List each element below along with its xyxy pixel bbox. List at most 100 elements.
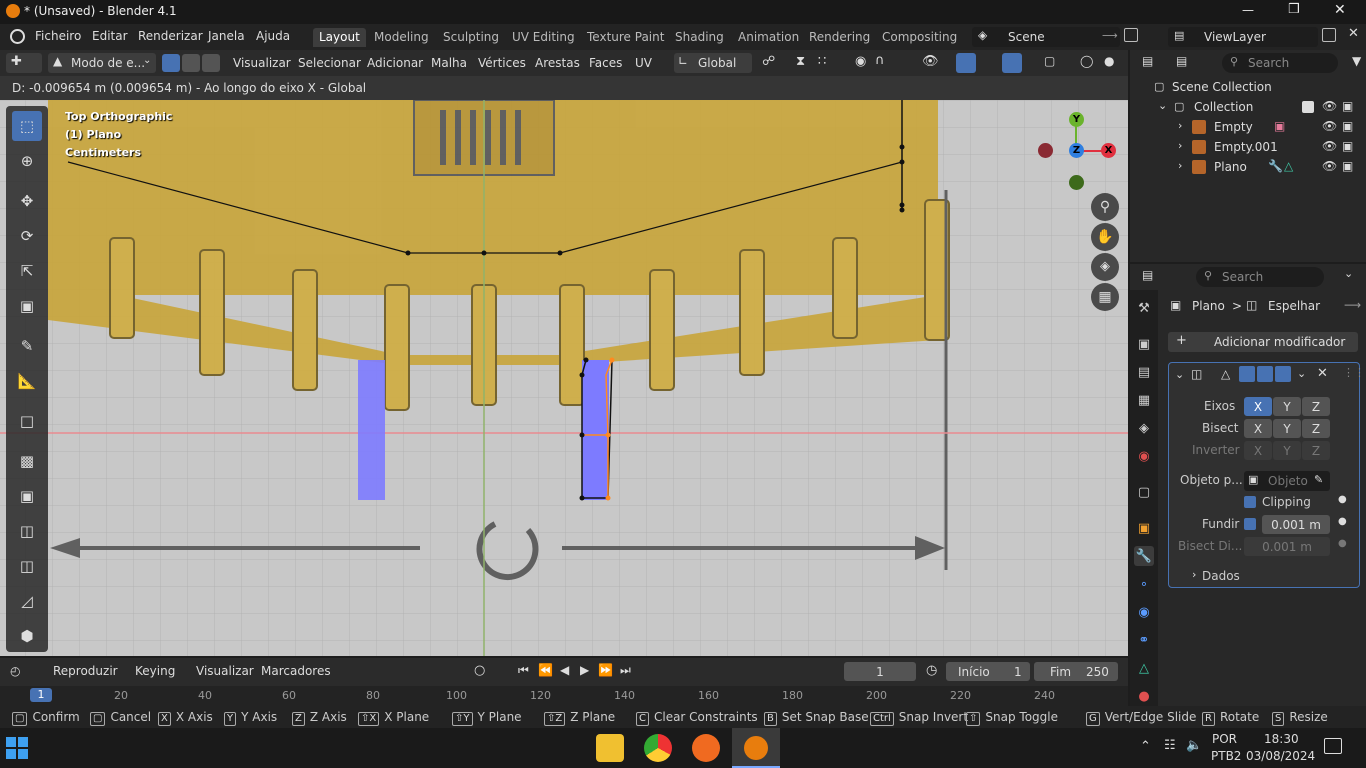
frame-ruler[interactable]: 1 20 40 60 80 100 120 140 160 180 200 22… [0,686,1128,708]
menu-vertices[interactable]: Vértices [475,54,529,73]
solid-shading-icon[interactable]: ● [1104,54,1114,68]
properties-editor-icon[interactable]: ▤ [1142,268,1153,282]
gizmo-toggle-icon[interactable] [956,53,976,73]
tab-modeling[interactable]: Modeling [368,28,435,47]
menu-arestas[interactable]: Arestas [532,54,583,73]
menu-ajuda[interactable]: Ajuda [256,29,290,43]
render-tab-icon[interactable]: ▣ [1134,334,1154,354]
minimize-button[interactable]: — [1242,3,1254,17]
object-tab-icon[interactable]: ▣ [1134,518,1154,538]
file-explorer-icon[interactable] [596,734,624,762]
tab-animation[interactable]: Animation [732,28,805,47]
current-frame-field[interactable]: 1 [844,662,916,681]
inverter-y-toggle[interactable]: Y [1273,441,1301,460]
menu-malha[interactable]: Malha [428,54,470,73]
menu-visualizar[interactable]: Visualizar [230,54,294,73]
edge-select-icon[interactable] [182,54,200,72]
wifi-icon[interactable]: ☷ [1164,738,1176,753]
firefox-icon[interactable] [692,734,720,762]
add-modifier-button[interactable]: + Adicionar modificador [1168,332,1358,352]
transform-tool[interactable]: ▣ [12,291,42,321]
annotate-tool[interactable]: ✎ [12,331,42,361]
output-tab-icon[interactable]: ▤ [1134,362,1154,382]
play-icon[interactable]: ▶ [580,663,589,677]
menu-marcadores[interactable]: Marcadores [258,662,334,681]
chevron-right-icon[interactable]: › [1192,568,1196,581]
bevel-tool[interactable]: ◫ [12,516,42,546]
eye-icon[interactable]: 👁 [1322,119,1337,133]
cage-toggle-icon[interactable] [1239,366,1255,382]
inset-tool[interactable]: ▣ [12,481,42,511]
select-box-tool[interactable]: ⬚ [12,111,42,141]
poly-build-tool[interactable]: ⬢ [12,621,42,651]
eye-icon[interactable]: 👁 [1322,159,1337,173]
checkbox-icon[interactable] [1302,101,1314,113]
falloff-icon[interactable]: ∩ [875,53,885,68]
eye-icon[interactable]: 👁 [1322,139,1337,153]
particles-tab-icon[interactable]: ∘ [1134,574,1154,594]
chevron-right-icon[interactable]: › [1178,119,1182,132]
end-frame-field[interactable]: Fim 250 [1034,662,1118,681]
new-scene-icon[interactable] [1124,28,1138,42]
scale-tool[interactable]: ⇱ [12,256,42,286]
jump-end-icon[interactable]: ⏭ [620,663,631,678]
bisect-y-toggle[interactable]: Y [1273,419,1301,438]
auto-key-icon[interactable]: ○ [474,663,485,678]
menu-ficheiro[interactable]: Ficheiro [35,29,81,43]
face-select-icon[interactable] [202,54,220,72]
chevron-right-icon[interactable]: › [1178,159,1182,172]
menu-uv[interactable]: UV [632,54,655,73]
next-key-icon[interactable]: ⏩ [598,663,613,677]
outliner-item-empty-001[interactable]: › Empty.001 👁 ▣ [1130,137,1366,157]
tab-layout[interactable]: Layout [313,28,366,47]
extrude-tool[interactable]: ▩ [12,446,42,476]
eixos-y-toggle[interactable]: Y [1273,397,1301,416]
inverter-x-toggle[interactable]: X [1244,441,1272,460]
menu-adicionar[interactable]: Adicionar [364,54,426,73]
measure-tool[interactable]: 📐 [12,366,42,396]
outliner-item-empty[interactable]: › Empty ▣ 👁 ▣ [1130,117,1366,137]
menu-renderizar[interactable]: Renderizar [138,29,203,43]
pin-icon[interactable]: ⟶ [1344,298,1361,312]
cursor-tool[interactable]: ⊕ [12,146,42,176]
constraints-tab-icon[interactable]: ⚭ [1134,630,1154,650]
data-tab-icon[interactable]: △ [1134,658,1154,678]
notifications-icon[interactable] [1324,738,1342,754]
remove-viewlayer-icon[interactable]: ✕ [1348,26,1359,41]
new-viewlayer-icon[interactable] [1322,28,1336,42]
gizmo-neg-y[interactable] [1069,175,1084,190]
mirror-object-field[interactable]: ▣ Objeto ✎ [1244,471,1330,491]
display-mode-icon[interactable]: ▤ [1176,54,1187,68]
scene-selector[interactable]: ◈ Scene ⟶ [972,27,1120,47]
collection-tab-icon[interactable]: ▢ [1134,482,1154,502]
gizmo-z-axis[interactable]: Z [1069,143,1084,158]
keyboard-layout[interactable]: PTB2 [1211,749,1241,763]
3d-viewport[interactable]: Top Orthographic (1) Plano Centimeters Y… [0,100,1128,656]
tab-uv-editing[interactable]: UV Editing [506,28,581,47]
clock-time[interactable]: 18:30 [1264,732,1299,746]
clock-icon[interactable]: ◷ [926,663,937,678]
edit-mode-toggle-icon[interactable]: △ [1221,367,1230,381]
tab-compositing[interactable]: Compositing [876,28,963,47]
prev-key-icon[interactable]: ⏪ [538,663,553,677]
bisect-distance-field[interactable]: 0.001 m [1244,537,1330,556]
view-layer-tab-icon[interactable]: ▦ [1134,390,1154,410]
input-language[interactable]: POR [1212,732,1237,746]
filter-icon[interactable]: ▼ [1352,54,1361,68]
jump-start-icon[interactable]: ⏮ [518,663,529,678]
knife-tool[interactable]: ◿ [12,586,42,616]
scene-tab-icon[interactable]: ◈ [1134,418,1154,438]
pivot-icon[interactable]: ☍ [762,54,775,69]
bisect-z-toggle[interactable]: Z [1302,419,1330,438]
chevron-up-icon[interactable]: ⌃ [1140,739,1151,754]
properties-search[interactable]: ⚲ Search [1196,267,1324,287]
orientation-selector[interactable]: ∟ Global [674,53,752,73]
wireframe-shading-icon[interactable]: ◯ [1080,54,1093,68]
ortho-toggle-icon[interactable]: ▦ [1091,283,1119,311]
zoom-icon[interactable]: ⚲ [1091,193,1119,221]
snap-target-icon[interactable]: ∷ [818,54,826,69]
tab-sculpting[interactable]: Sculpting [437,28,505,47]
eyedropper-icon[interactable]: ✎ [1314,473,1323,486]
eixos-z-toggle[interactable]: Z [1302,397,1330,416]
overlay-toggle-icon[interactable] [1002,53,1022,73]
